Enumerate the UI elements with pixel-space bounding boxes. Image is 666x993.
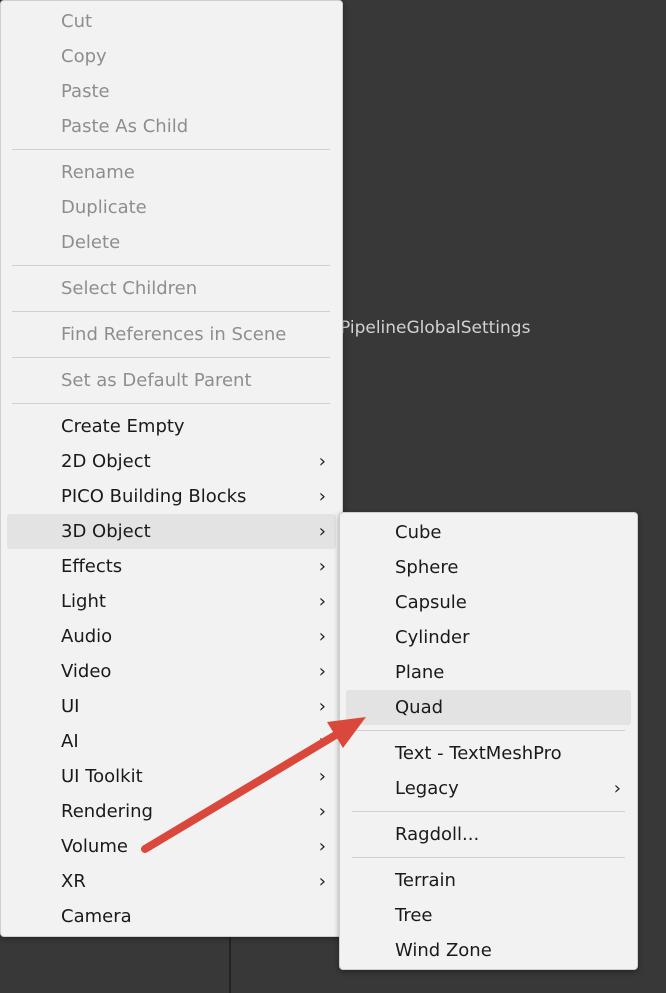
menu-item-label: Quad	[395, 697, 444, 718]
menu-item-copy: Copy	[7, 39, 336, 74]
menu-separator	[12, 403, 330, 404]
menu-item-label: Camera	[61, 906, 132, 927]
menu-item-pico-building-blocks[interactable]: PICO Building Blocks ›	[7, 479, 336, 514]
menu-item-ragdoll[interactable]: Ragdoll...	[346, 817, 631, 852]
chevron-right-icon: ›	[318, 801, 326, 822]
menu-item-label: Duplicate	[61, 197, 147, 218]
menu-item-create-empty[interactable]: Create Empty	[7, 409, 336, 444]
menu-item-terrain[interactable]: Terrain	[346, 863, 631, 898]
menu-item-label: UI	[61, 696, 80, 717]
menu-item-label: Sphere	[395, 557, 459, 578]
menu-item-sphere[interactable]: Sphere	[346, 550, 631, 585]
menu-item-video[interactable]: Video ›	[7, 654, 336, 689]
menu-item-cut: Cut	[7, 4, 336, 39]
menu-separator	[12, 265, 330, 266]
chevron-right-icon: ›	[318, 766, 326, 787]
chevron-right-icon: ›	[318, 871, 326, 892]
menu-item-label: 2D Object	[61, 451, 151, 472]
menu-item-legacy[interactable]: Legacy ›	[346, 771, 631, 806]
menu-item-label: Wind Zone	[395, 940, 492, 961]
menu-item-label: Find References in Scene	[61, 324, 287, 345]
menu-item-label: Cylinder	[395, 627, 470, 648]
chevron-right-icon: ›	[318, 696, 326, 717]
menu-item-rendering[interactable]: Rendering ›	[7, 794, 336, 829]
menu-item-2d-object[interactable]: 2D Object ›	[7, 444, 336, 479]
menu-item-label: Volume	[61, 836, 128, 857]
menu-item-find-references-in-scene: Find References in Scene	[7, 317, 336, 352]
menu-item-label: Rename	[61, 162, 135, 183]
menu-item-label: XR	[61, 871, 86, 892]
chevron-right-icon: ›	[318, 451, 326, 472]
menu-item-paste-as-child: Paste As Child	[7, 109, 336, 144]
menu-item-ui-toolkit[interactable]: UI Toolkit ›	[7, 759, 336, 794]
chevron-right-icon: ›	[318, 556, 326, 577]
menu-item-label: Paste As Child	[61, 116, 189, 137]
menu-item-label: UI Toolkit	[61, 766, 143, 787]
menu-item-label: Ragdoll...	[395, 824, 480, 845]
menu-item-paste: Paste	[7, 74, 336, 109]
menu-item-label: Paste	[61, 81, 110, 102]
context-menu: Cut Copy Paste Paste As Child Rename Duplicat…	[0, 0, 343, 937]
menu-item-label: Rendering	[61, 801, 153, 822]
chevron-right-icon: ›	[318, 731, 326, 752]
menu-item-label: Set as Default Parent	[61, 370, 252, 391]
menu-item-wind-zone[interactable]: Wind Zone	[346, 933, 631, 968]
menu-separator	[352, 730, 625, 731]
menu-item-cube[interactable]: Cube	[346, 515, 631, 550]
menu-item-label: Video	[61, 661, 112, 682]
chevron-right-icon: ›	[318, 486, 326, 507]
menu-item-ai[interactable]: AI ›	[7, 724, 336, 759]
menu-item-label: Terrain	[395, 870, 456, 891]
menu-item-set-as-default-parent: Set as Default Parent	[7, 363, 336, 398]
menu-item-label: Cube	[395, 522, 442, 543]
menu-item-label: Capsule	[395, 592, 467, 613]
menu-item-label: Select Children	[61, 278, 198, 299]
menu-item-text-textmeshpro[interactable]: Text - TextMeshPro	[346, 736, 631, 771]
chevron-right-icon: ›	[318, 661, 326, 682]
menu-item-label: AI	[61, 731, 79, 752]
menu-item-audio[interactable]: Audio ›	[7, 619, 336, 654]
menu-item-tree[interactable]: Tree	[346, 898, 631, 933]
chevron-right-icon: ›	[318, 836, 326, 857]
menu-item-delete: Delete	[7, 225, 336, 260]
chevron-right-icon: ›	[613, 778, 621, 799]
menu-item-label: Audio	[61, 626, 113, 647]
menu-item-3d-object[interactable]: 3D Object ›	[7, 514, 336, 549]
menu-item-label: Light	[61, 591, 106, 612]
chevron-right-icon: ›	[318, 626, 326, 647]
menu-item-label: Text - TextMeshPro	[395, 743, 562, 764]
menu-item-label: 3D Object	[61, 521, 151, 542]
chevron-right-icon: ›	[318, 521, 326, 542]
menu-item-volume[interactable]: Volume ›	[7, 829, 336, 864]
menu-separator	[12, 149, 330, 150]
menu-item-label: Legacy	[395, 778, 459, 799]
menu-item-quad[interactable]: Quad	[346, 690, 631, 725]
menu-item-label: Effects	[61, 556, 123, 577]
menu-item-label: PICO Building Blocks	[61, 486, 247, 507]
3d-object-submenu: Cube Sphere Capsule Cylinder Plane Quad Text -…	[339, 512, 638, 970]
menu-item-label: Create Empty	[61, 416, 185, 437]
menu-item-capsule[interactable]: Capsule	[346, 585, 631, 620]
menu-item-select-children: Select Children	[7, 271, 336, 306]
menu-item-label: Cut	[61, 11, 93, 32]
menu-item-effects[interactable]: Effects ›	[7, 549, 336, 584]
menu-item-xr[interactable]: XR ›	[7, 864, 336, 899]
menu-item-duplicate: Duplicate	[7, 190, 336, 225]
menu-separator	[352, 811, 625, 812]
menu-item-ui[interactable]: UI ›	[7, 689, 336, 724]
menu-item-camera[interactable]: Camera	[7, 899, 336, 934]
menu-item-cylinder[interactable]: Cylinder	[346, 620, 631, 655]
menu-item-label: Tree	[395, 905, 433, 926]
menu-item-label: Plane	[395, 662, 445, 683]
menu-separator	[352, 857, 625, 858]
menu-separator	[12, 357, 330, 358]
menu-item-rename: Rename	[7, 155, 336, 190]
menu-item-plane[interactable]: Plane	[346, 655, 631, 690]
menu-separator	[12, 311, 330, 312]
chevron-right-icon: ›	[318, 591, 326, 612]
menu-item-light[interactable]: Light ›	[7, 584, 336, 619]
menu-item-label: Copy	[61, 46, 107, 67]
menu-item-label: Delete	[61, 232, 121, 253]
